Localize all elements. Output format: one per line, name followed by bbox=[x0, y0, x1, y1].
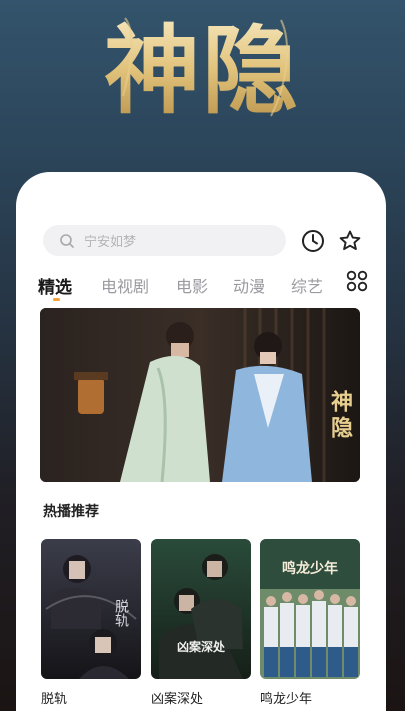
poster-title-art: 鸣龙少年 bbox=[282, 560, 338, 577]
poster-title-art: 凶案深处 bbox=[177, 639, 226, 654]
hero-logo-text: 神隐 bbox=[104, 14, 300, 127]
clock-icon[interactable] bbox=[300, 228, 326, 254]
search-placeholder: 宁安如梦 bbox=[84, 235, 137, 250]
tab-active-indicator bbox=[53, 298, 60, 301]
grid-icon[interactable] bbox=[346, 270, 368, 292]
poster-item[interactable]: 脱轨 bbox=[41, 539, 141, 679]
poster-title-art: 脱轨 bbox=[113, 599, 129, 628]
section-title-hot: 热播推荐 bbox=[43, 504, 99, 520]
poster-title: 凶案深处 bbox=[151, 692, 204, 707]
poster-item[interactable]: 凶案深处 bbox=[151, 539, 251, 679]
tab-featured[interactable]: 精选 bbox=[38, 273, 72, 298]
tab-tv-series[interactable]: 电视剧 bbox=[101, 273, 149, 297]
featured-banner[interactable]: 神隐 bbox=[40, 308, 360, 482]
poster-item[interactable]: 鸣龙少年 bbox=[260, 539, 360, 679]
content-card: 宁安如梦 精选 电视剧 电影 动漫 综艺 神隐 热播推荐 脱轨 脱轨 凶案深处 … bbox=[16, 172, 386, 711]
tab-variety[interactable]: 综艺 bbox=[291, 273, 323, 297]
poster-title: 鸣龙少年 bbox=[260, 692, 313, 707]
tab-anime[interactable]: 动漫 bbox=[233, 273, 265, 297]
category-tabs: 精选 电视剧 电影 动漫 综艺 bbox=[38, 270, 368, 310]
star-icon[interactable] bbox=[337, 228, 363, 254]
banner-title: 神隐 bbox=[327, 389, 353, 442]
search-icon bbox=[60, 233, 74, 248]
tab-movies[interactable]: 电影 bbox=[176, 273, 208, 297]
hero-logo: 神隐 bbox=[95, 0, 310, 140]
poster-title: 脱轨 bbox=[41, 692, 68, 707]
search-bar[interactable]: 宁安如梦 bbox=[43, 225, 286, 256]
